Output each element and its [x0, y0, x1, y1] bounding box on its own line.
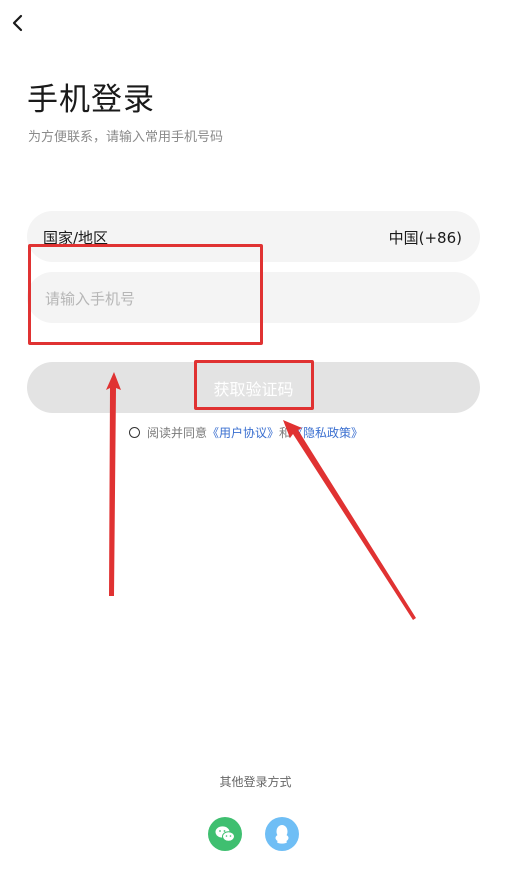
annotation-arrow-right — [283, 420, 416, 620]
annotation-arrow-left — [106, 372, 121, 596]
annotation-arrows — [106, 372, 416, 620]
